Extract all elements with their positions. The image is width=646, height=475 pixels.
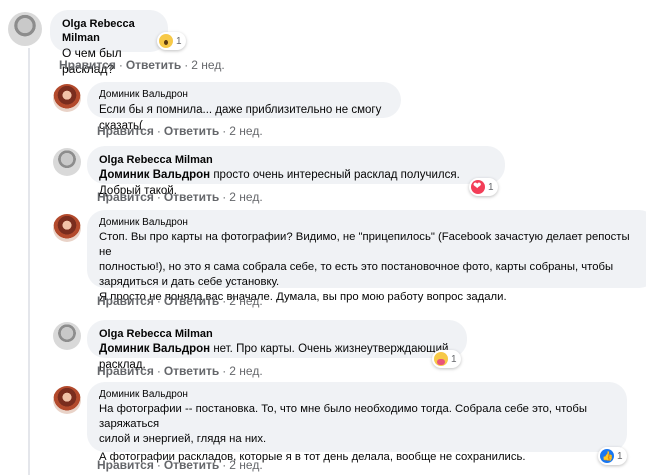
comment-text-line: силой и энергией, глядя на них. bbox=[99, 433, 267, 445]
reply-link[interactable]: Ответить bbox=[164, 364, 219, 378]
avatar-olga[interactable] bbox=[8, 12, 42, 46]
comment-actions: Нравится · Ответить · 2 нед. bbox=[97, 364, 263, 378]
comment-text-line: полностью!), но это я сама собрала себе,… bbox=[99, 261, 614, 273]
timestamp[interactable]: 2 нед. bbox=[229, 364, 262, 378]
timestamp[interactable]: 2 нед. bbox=[229, 190, 262, 204]
comment-text-line: На фотографии -- постановка. То, что мне… bbox=[99, 403, 588, 430]
reply-link[interactable]: Ответить bbox=[164, 124, 219, 138]
reaction-count: 1 bbox=[617, 450, 623, 462]
reaction-count: 1 bbox=[176, 35, 182, 47]
avatar-dominik[interactable] bbox=[53, 214, 81, 242]
avatar-dominik[interactable] bbox=[53, 84, 81, 112]
reaction-badge[interactable]: 1 bbox=[432, 350, 461, 368]
thread-line bbox=[28, 48, 30, 475]
comment-author[interactable]: Olga Rebecca Milman bbox=[99, 327, 455, 341]
wow-reaction-icon bbox=[159, 34, 173, 48]
comment-actions: Нравится · Ответить · 2 нед. bbox=[97, 190, 263, 204]
reply-link[interactable]: Ответить bbox=[164, 190, 219, 204]
comment-bubble-1: Olga Rebecca Milman О чем был расклад? bbox=[50, 10, 168, 76]
comment-bubble-3: Olga Rebecca Milman Доминик Вальдрон про… bbox=[87, 146, 505, 197]
comment-actions: Нравится · Ответить · 2 нед. bbox=[97, 294, 263, 308]
like-link[interactable]: Нравится bbox=[59, 58, 116, 72]
reaction-count: 1 bbox=[451, 353, 457, 365]
mention-link[interactable]: Доминик Вальдрон bbox=[99, 343, 210, 355]
reaction-badge[interactable]: 1 bbox=[598, 447, 627, 465]
comment-bubble-4: Доминик Вальдрон Стоп. Вы про карты на ф… bbox=[87, 210, 646, 303]
comment-author[interactable]: Доминик Вальдрон bbox=[99, 216, 645, 230]
comment-author[interactable]: Доминик Вальдрон bbox=[99, 388, 615, 402]
like-link[interactable]: Нравится bbox=[97, 364, 154, 378]
comment-bubble-5: Olga Rebecca Milman Доминик Вальдрон нет… bbox=[87, 320, 467, 371]
timestamp[interactable]: 2 нед. bbox=[229, 124, 262, 138]
like-link[interactable]: Нравится bbox=[97, 124, 154, 138]
reaction-count: 1 bbox=[488, 181, 494, 193]
reply-link[interactable]: Ответить bbox=[164, 458, 219, 472]
comment-bubble-2: Доминик Вальдрон Если бы я помнила... да… bbox=[87, 82, 401, 132]
care-reaction-icon bbox=[434, 352, 448, 366]
comment-actions: Нравится · Ответить · 2 нед. bbox=[97, 458, 263, 472]
mention-link[interactable]: Доминик Вальдрон bbox=[99, 169, 210, 181]
comment-author[interactable]: Olga Rebecca Milman bbox=[99, 153, 493, 167]
reaction-badge[interactable]: 1 bbox=[157, 32, 186, 50]
like-link[interactable]: Нравится bbox=[97, 458, 154, 472]
love-reaction-icon bbox=[471, 180, 485, 194]
reply-link[interactable]: Ответить bbox=[126, 58, 181, 72]
comment-actions: Нравится · Ответить · 2 нед. bbox=[59, 58, 225, 72]
comment-text-line: зарядиться и дать себе установку. bbox=[99, 276, 280, 288]
comment-bubble-6: Доминик Вальдрон На фотографии -- постан… bbox=[87, 382, 627, 463]
comment-text-line: Стоп. Вы про карты на фотографии? Видимо… bbox=[99, 231, 630, 258]
timestamp[interactable]: 2 нед. bbox=[191, 58, 224, 72]
avatar-olga[interactable] bbox=[53, 322, 81, 350]
avatar-dominik[interactable] bbox=[53, 386, 81, 414]
comment-actions: Нравится · Ответить · 2 нед. bbox=[97, 124, 263, 138]
like-link[interactable]: Нравится bbox=[97, 190, 154, 204]
reaction-badge[interactable]: 1 bbox=[469, 178, 498, 196]
comment-author[interactable]: Доминик Вальдрон bbox=[99, 88, 389, 102]
like-reaction-icon bbox=[600, 449, 614, 463]
timestamp[interactable]: 2 нед. bbox=[229, 294, 262, 308]
reply-link[interactable]: Ответить bbox=[164, 294, 219, 308]
avatar-olga[interactable] bbox=[53, 148, 81, 176]
comment-author[interactable]: Olga Rebecca Milman bbox=[62, 17, 156, 45]
timestamp[interactable]: 2 нед. bbox=[229, 458, 262, 472]
like-link[interactable]: Нравится bbox=[97, 294, 154, 308]
